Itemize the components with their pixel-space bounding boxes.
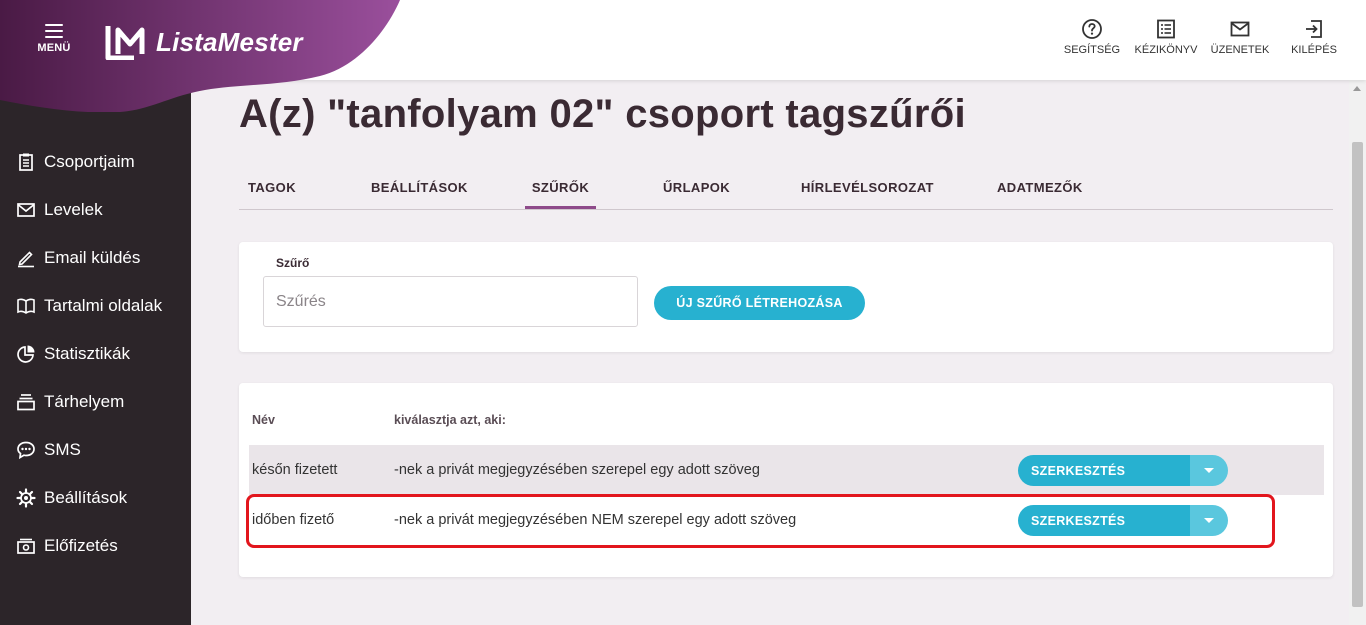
sidebar-item-tarhelyem[interactable]: Tárhelyem	[16, 392, 124, 412]
filter-search-card: Szűrő ÚJ SZŰRŐ LÉTREHOZÁSA	[239, 242, 1333, 352]
chevron-down-icon	[1204, 468, 1214, 473]
tab-bar: TAGOK BEÁLLÍTÁSOK SZŰRŐK ŰRLAPOK HÍRLEVÉ…	[239, 168, 1333, 210]
chevron-down-icon	[1204, 518, 1214, 523]
sidebar-item-label: Beállítások	[44, 488, 128, 507]
manual-list-icon	[1157, 19, 1175, 39]
top-actions: SEGÍTSÉG KÉZIKÖNYV ÜZENETEK KILÉPÉS	[1058, 18, 1354, 56]
logout-label: KILÉPÉS	[1291, 44, 1337, 56]
tab-beallitasok[interactable]: BEÁLLÍTÁSOK	[371, 168, 468, 209]
sidebar-item-email-kuldes[interactable]: Email küldés	[16, 248, 140, 268]
money-icon	[17, 538, 35, 554]
sidebar-item-label: Tartalmi oldalak	[44, 296, 163, 315]
pie-chart-icon	[17, 345, 35, 363]
sidebar-item-csoportjaim[interactable]: Csoportjaim	[16, 152, 135, 172]
book-icon	[17, 298, 35, 314]
clipboard-icon	[19, 153, 33, 171]
menu-button[interactable]: MENÜ	[34, 24, 74, 64]
edit-button[interactable]: SZERKESZTÉS	[1018, 505, 1190, 536]
edit-dropdown-toggle[interactable]	[1190, 505, 1228, 536]
filter-criteria: -nek a privát megjegyzésében NEM szerepe…	[394, 512, 797, 528]
sidebar-item-levelek[interactable]: Levelek	[16, 200, 103, 220]
column-header-criteria: kiválasztja azt, aki:	[394, 413, 506, 427]
sidebar-item-label: SMS	[44, 440, 81, 459]
storage-icon	[17, 394, 35, 411]
mail-icon	[1230, 21, 1250, 37]
sidebar-item-label: Levelek	[44, 200, 103, 219]
messages-label: ÜZENETEK	[1210, 44, 1270, 56]
menu-label: MENÜ	[37, 42, 71, 54]
sidebar-item-label: Statisztikák	[44, 344, 130, 363]
tab-urlapok[interactable]: ŰRLAPOK	[663, 168, 730, 209]
sidebar-item-label: Csoportjaim	[44, 152, 135, 171]
help-circle-icon	[1082, 19, 1102, 39]
gear-icon	[16, 488, 36, 508]
help-button[interactable]: SEGÍTSÉG	[1052, 18, 1132, 56]
manual-button[interactable]: KÉZIKÖNYV	[1126, 18, 1206, 56]
column-header-name: Név	[252, 413, 275, 427]
hamburger-icon	[45, 24, 63, 38]
sidebar-item-sms[interactable]: SMS	[16, 440, 81, 460]
logo-text: ListaMester	[156, 26, 303, 57]
sidebar-item-elofizetes[interactable]: Előfizetés	[16, 536, 118, 556]
tab-szurok[interactable]: SZŰRŐK	[525, 168, 596, 209]
main-content: A(z) "tanfolyam 02" csoport tagszűrői TA…	[191, 80, 1349, 625]
scroll-up-arrow-icon[interactable]	[1353, 86, 1361, 91]
logout-button[interactable]: KILÉPÉS	[1274, 18, 1354, 56]
help-label: SEGÍTSÉG	[1063, 44, 1121, 56]
listamester-logo-icon	[105, 26, 145, 60]
filter-field-label: Szűrő	[276, 256, 310, 270]
table-row: időben fizető -nek a privát megjegyzéséb…	[249, 495, 1324, 545]
scrollbar-thumb[interactable]	[1352, 142, 1363, 607]
scrollbar[interactable]	[1349, 80, 1366, 625]
logout-icon	[1306, 20, 1322, 38]
sidebar: Csoportjaim Levelek Email küldés Tartalm…	[0, 80, 191, 625]
filter-name[interactable]: időben fizető	[252, 495, 334, 545]
sidebar-item-label: Email küldés	[44, 248, 141, 267]
sidebar-item-statisztikak[interactable]: Statisztikák	[16, 344, 130, 364]
sidebar-item-label: Tárhelyem	[44, 392, 125, 411]
edit-dropdown-toggle[interactable]	[1190, 455, 1228, 486]
sidebar-item-label: Előfizetés	[44, 536, 118, 555]
filter-criteria: -nek a privát megjegyzésében szerepel eg…	[394, 462, 760, 478]
edit-split-button: SZERKESZTÉS	[1018, 455, 1228, 486]
chat-bubble-icon	[17, 441, 35, 460]
filter-name[interactable]: későn fizetett	[252, 445, 337, 495]
new-filter-button[interactable]: ÚJ SZŰRŐ LÉTREHOZÁSA	[654, 286, 865, 320]
edit-button[interactable]: SZERKESZTÉS	[1018, 455, 1190, 486]
manual-label: KÉZIKÖNYV	[1134, 44, 1198, 56]
logo[interactable]: ListaMester	[104, 24, 303, 60]
envelope-icon	[17, 203, 35, 217]
tab-tagok[interactable]: TAGOK	[248, 168, 296, 209]
tab-adatmezok[interactable]: ADATMEZŐK	[997, 168, 1083, 209]
filter-table-card: Név kiválasztja azt, aki: későn fizetett…	[239, 383, 1333, 577]
tab-hirlevelsorozat[interactable]: HÍRLEVÉLSOROZAT	[801, 168, 934, 209]
table-row: későn fizetett -nek a privát megjegyzésé…	[249, 445, 1324, 495]
sidebar-item-beallitasok[interactable]: Beállítások	[16, 488, 127, 508]
pencil-icon	[18, 251, 34, 268]
messages-button[interactable]: ÜZENETEK	[1200, 18, 1280, 56]
sidebar-item-tartalmi-oldalak[interactable]: Tartalmi oldalak	[16, 296, 162, 316]
filter-search-input[interactable]	[263, 276, 638, 327]
edit-split-button: SZERKESZTÉS	[1018, 505, 1228, 536]
